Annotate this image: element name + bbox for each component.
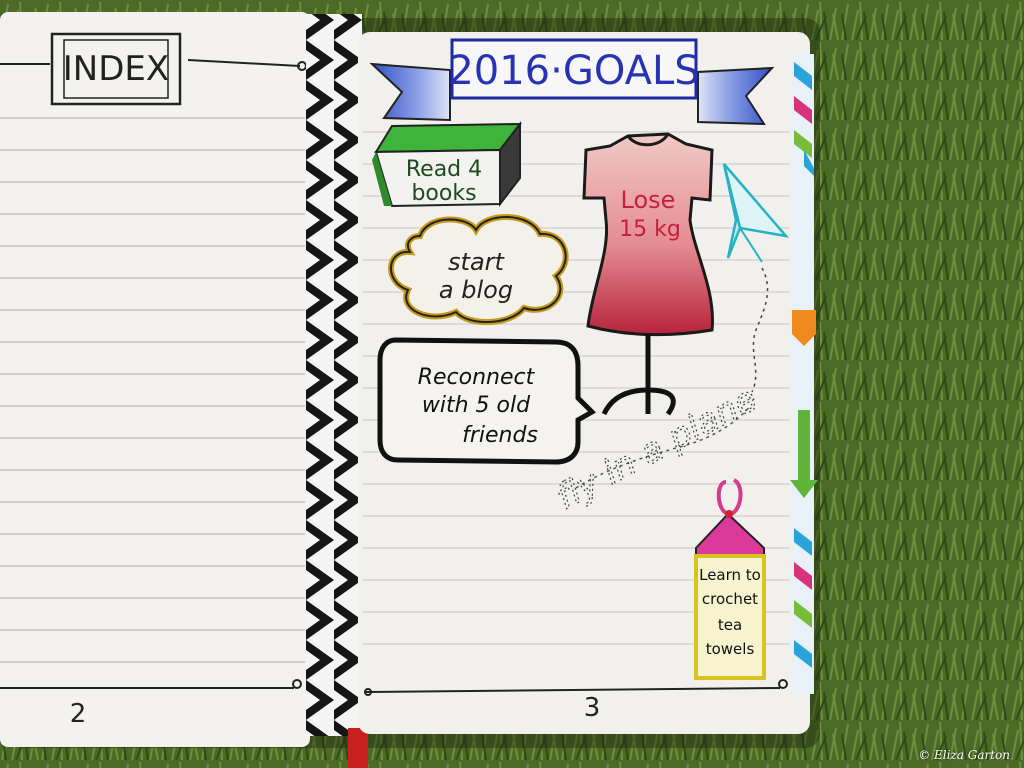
speech-bubble-drawing: Reconnect with 5 old friends [377,337,597,465]
goal-weight-line1: Lose [621,186,676,214]
goal-friends-line1: Reconnect [418,365,536,390]
left-page: INDEX 2 [0,12,310,747]
goal-weight-line2: 15 kg [619,217,681,242]
goal-blog-line1: start [448,248,505,276]
banner-title: 2016·GOALS [448,48,699,94]
goal-friends-line3: friends [462,423,538,448]
journal-photo: INDEX 2 2016·GOALS Read 4 books start a … [0,0,1024,768]
goal-books-line2: books [411,181,476,206]
goal-books-line1: Read 4 [406,157,482,182]
goal-blog-line2: a blog [439,276,513,304]
goal-friends-line2: with 5 old [422,393,531,418]
right-page-number: 3 [584,693,601,723]
chevron-washi-strip [306,14,362,736]
goal-crochet-line3: tea [718,616,742,634]
book-drawing: Read 4 books [372,121,523,208]
bookmark-ribbon [348,728,368,768]
colored-edge-tabs [790,54,818,694]
right-page: 2016·GOALS Read 4 books start a blog Rec… [358,32,818,734]
index-title: INDEX [63,49,169,89]
left-page-number: 2 [70,699,87,729]
photo-credit: © Eliza Garton [918,748,1010,762]
goal-crochet-line2: crochet [702,590,758,608]
goal-crochet-line4: towels [706,640,755,658]
goal-crochet-line1: Learn to [699,566,761,584]
